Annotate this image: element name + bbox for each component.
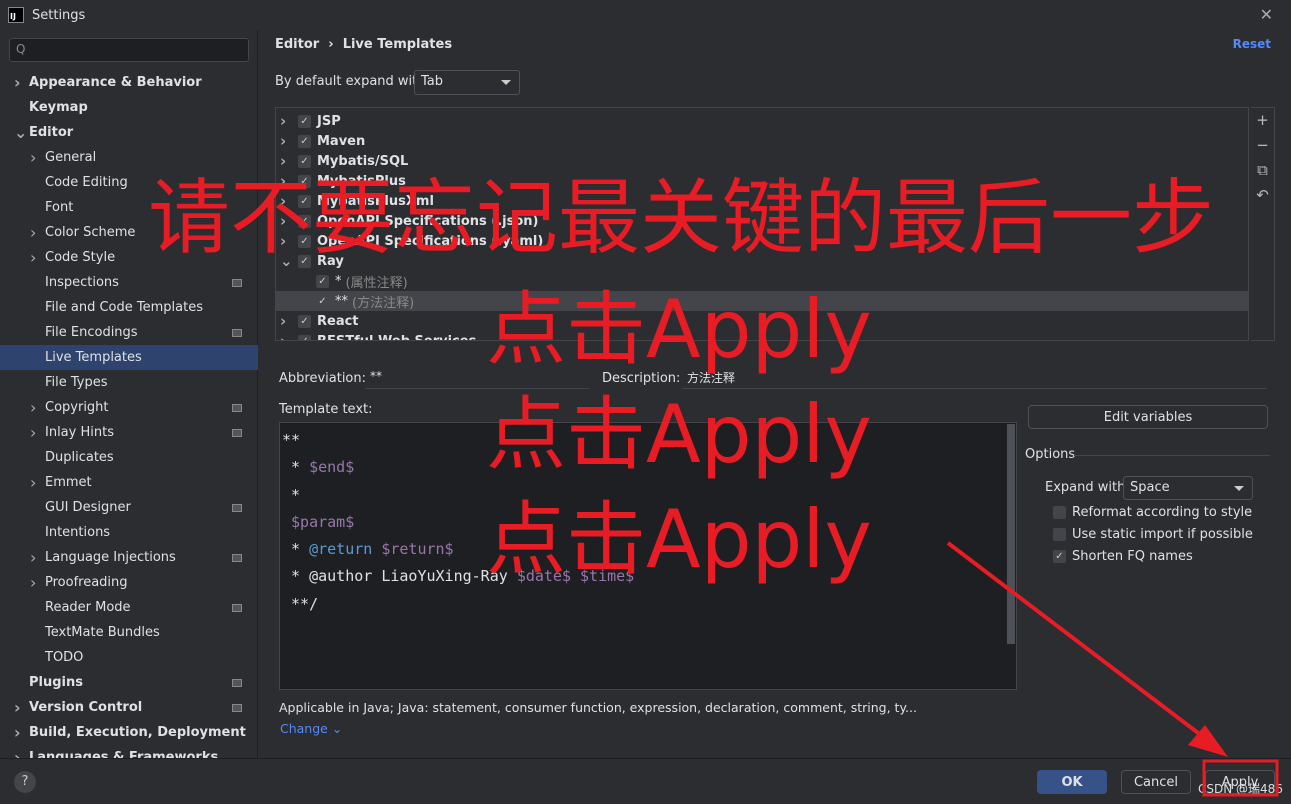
option-checkbox-row[interactable]: Use static import if possible <box>1053 527 1253 542</box>
apply-highlight-box <box>1202 759 1279 797</box>
checkbox[interactable] <box>1053 506 1066 519</box>
option-checkbox-row[interactable]: ✓ Shorten FQ names <box>1053 549 1193 564</box>
option-label: Shorten FQ names <box>1072 549 1193 564</box>
annotation-arrow <box>946 541 1279 797</box>
option-label: Use static import if possible <box>1072 527 1253 542</box>
checkbox[interactable]: ✓ <box>1053 550 1066 563</box>
option-checkbox-row[interactable]: Reformat according to style <box>1053 505 1252 520</box>
checkbox[interactable] <box>1053 528 1066 541</box>
option-label: Reformat according to style <box>1072 505 1253 520</box>
arrow-shaft <box>946 541 1212 744</box>
